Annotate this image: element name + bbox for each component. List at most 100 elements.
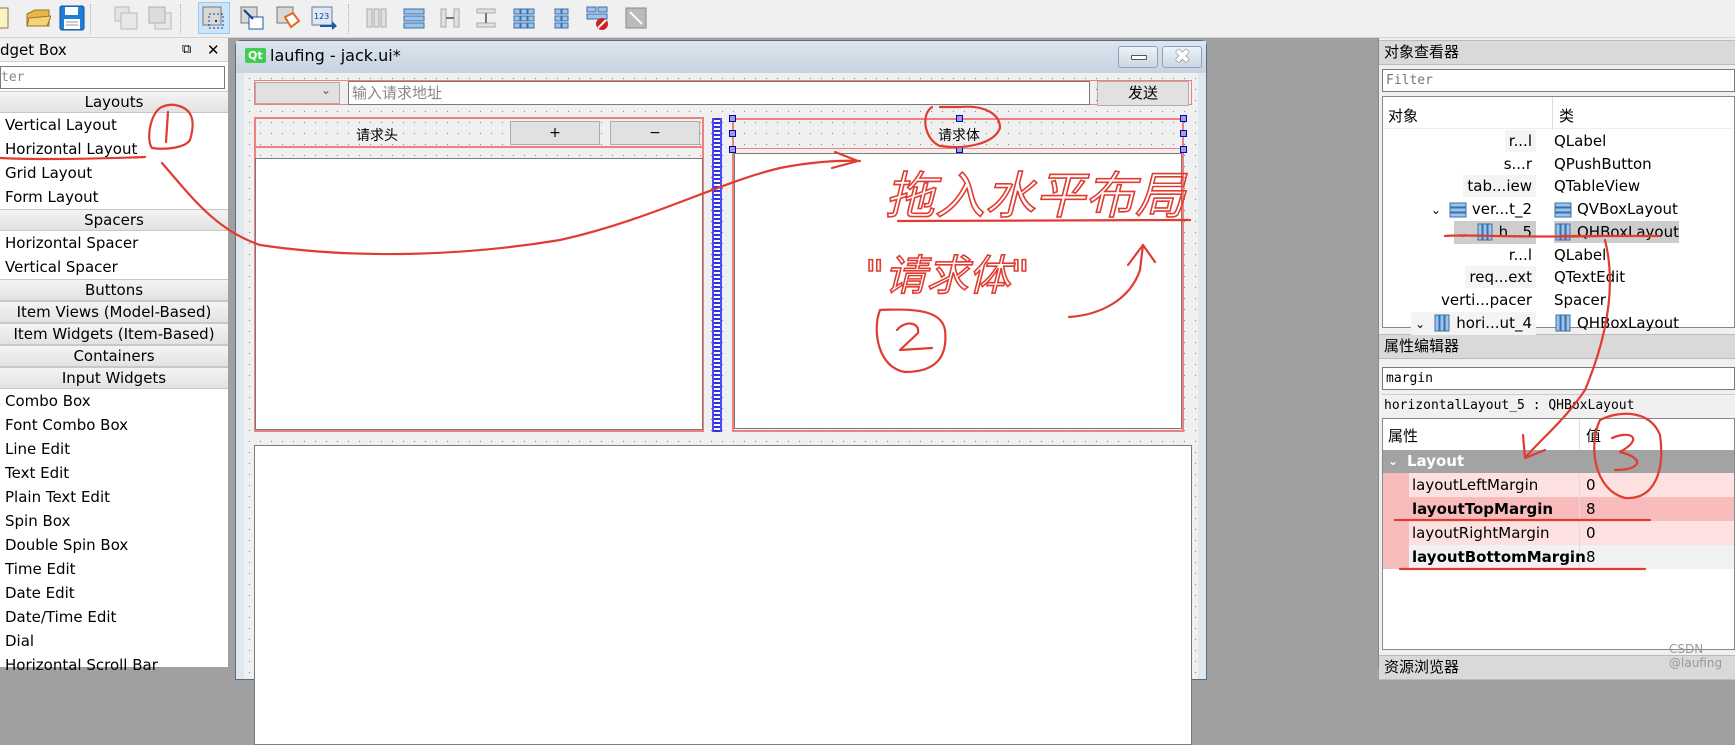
property-row-layouttopmargin[interactable]: layoutTopMargin 8 <box>1383 497 1734 521</box>
widget-item-combo-box[interactable]: Combo Box <box>0 389 228 413</box>
object-name: tab...iew <box>1467 177 1532 196</box>
object-tree-row[interactable]: ⌄ hori...ut_4 QHBoxLayout <box>1383 311 1734 335</box>
open-file-button[interactable] <box>24 4 52 32</box>
widget-item-font-combo-box[interactable]: Font Combo Box <box>0 413 228 437</box>
edit-widgets-button[interactable] <box>198 2 230 34</box>
widget-item-plain-text-edit[interactable]: Plain Text Edit <box>0 485 228 509</box>
widget-category-item-views-model-based-[interactable]: Item Views (Model-Based) <box>0 301 228 323</box>
object-tree-row[interactable]: r...l QLabel <box>1383 244 1734 266</box>
widget-filter-input[interactable]: ter <box>0 66 225 89</box>
vertical-spacer[interactable] <box>712 118 722 432</box>
bring-to-front-button[interactable] <box>146 4 174 32</box>
svg-text:123: 123 <box>314 12 329 21</box>
widget-item-spin-box[interactable]: Spin Box <box>0 509 228 533</box>
widget-item-horizontal-scroll-bar[interactable]: Horizontal Scroll Bar <box>0 653 228 677</box>
adjust-size-button[interactable] <box>622 4 650 32</box>
method-combo-box[interactable]: ⌄ <box>255 82 340 104</box>
property-row-layoutrightmargin[interactable]: layoutRightMargin 0 <box>1383 521 1734 545</box>
break-layout-button[interactable] <box>584 4 612 32</box>
selection-handle[interactable] <box>729 130 736 137</box>
property-group-layout[interactable]: ⌄ Layout <box>1383 450 1734 473</box>
edit-buddies-button[interactable] <box>274 4 302 32</box>
widget-category-spacers[interactable]: Spacers <box>0 209 228 231</box>
selection-handle[interactable] <box>1180 130 1187 137</box>
object-tree-row[interactable]: ⌄ h...5 QHBoxLayout <box>1383 220 1734 244</box>
widget-item-form-layout[interactable]: Form Layout <box>0 185 228 209</box>
url-input[interactable]: 输入请求地址 <box>348 81 1090 105</box>
close-panel-icon[interactable]: ✕ <box>207 38 220 62</box>
column-header-property[interactable]: 属性 <box>1388 425 1418 446</box>
widget-item-double-spin-box[interactable]: Double Spin Box <box>0 533 228 557</box>
column-header-object[interactable]: 对象 <box>1388 105 1418 126</box>
widget-item-vertical-spacer[interactable]: Vertical Spacer <box>0 255 228 279</box>
form-title-bar[interactable]: Qt laufing - jack.ui* ✖ <box>236 41 1206 73</box>
edit-tab-order-button[interactable]: 123 <box>310 4 338 32</box>
object-name: h...5 <box>1498 222 1532 241</box>
lay-out-vertical-splitter-button[interactable] <box>472 4 500 32</box>
float-panel-icon[interactable]: ⧉ <box>182 38 191 62</box>
column-header-value[interactable]: 值 <box>1586 425 1601 446</box>
property-filter-input[interactable]: margin <box>1382 367 1735 390</box>
remove-header-button[interactable]: − <box>610 121 700 145</box>
selection-handle[interactable] <box>1180 146 1187 153</box>
headers-table-view[interactable] <box>255 158 703 430</box>
property-name: layoutTopMargin <box>1409 497 1580 521</box>
widget-item-vertical-layout[interactable]: Vertical Layout <box>0 113 228 137</box>
object-tree-row[interactable]: s...r QPushButton <box>1383 153 1734 175</box>
object-filter-input[interactable]: Filter <box>1382 69 1735 92</box>
object-tree-row[interactable]: tab...iew QTableView <box>1383 175 1734 198</box>
widget-item-horizontal-layout[interactable]: Horizontal Layout <box>0 137 228 161</box>
widget-item-time-edit[interactable]: Time Edit <box>0 557 228 581</box>
column-header-class[interactable]: 类 <box>1559 105 1574 126</box>
add-header-button[interactable]: + <box>510 121 600 145</box>
chevron-down-icon[interactable]: ⌄ <box>1431 203 1441 217</box>
object-tree-row[interactable]: r...l QLabel <box>1383 130 1734 152</box>
widget-category-containers[interactable]: Containers <box>0 345 228 367</box>
widget-item-line-edit[interactable]: Line Edit <box>0 437 228 461</box>
lay-out-vertically-button[interactable] <box>400 4 428 32</box>
send-button[interactable]: 发送 <box>1097 81 1189 106</box>
property-value[interactable]: 8 <box>1581 545 1734 569</box>
widget-item-date-time-edit[interactable]: Date/Time Edit <box>0 605 228 629</box>
selection-handle[interactable] <box>956 146 963 153</box>
chevron-down-icon[interactable]: ⌄ <box>1415 317 1425 331</box>
object-tree-row[interactable]: ⌄ ver...t_2 QVBoxLayout <box>1383 198 1734 220</box>
edit-signals-slots-button[interactable] <box>238 4 266 32</box>
widget-item-dial[interactable]: Dial <box>0 629 228 653</box>
widget-category-buttons[interactable]: Buttons <box>0 279 228 301</box>
widget-category-item-widgets-item-based-[interactable]: Item Widgets (Item-Based) <box>0 323 228 345</box>
request-body-text-edit[interactable] <box>734 153 1182 429</box>
property-value[interactable]: 8 <box>1581 497 1734 521</box>
widget-item-grid-layout[interactable]: Grid Layout <box>0 161 228 185</box>
property-value[interactable]: 0 <box>1581 521 1734 545</box>
property-name: layoutRightMargin <box>1409 521 1580 545</box>
widget-item-horizontal-spacer[interactable]: Horizontal Spacer <box>0 231 228 255</box>
widget-category-layouts[interactable]: Layouts <box>0 91 228 113</box>
property-row-layoutleftmargin[interactable]: layoutLeftMargin 0 <box>1383 473 1734 497</box>
object-tree-row[interactable]: req...ext QTextEdit <box>1383 266 1734 289</box>
minimize-button[interactable] <box>1118 46 1158 68</box>
object-tree-row[interactable]: verti...pacer Spacer <box>1383 289 1734 311</box>
widget-box-title-bar: dget Box ⧉ ✕ <box>0 38 228 62</box>
selection-handle[interactable] <box>729 115 736 122</box>
new-file-button[interactable] <box>0 4 18 32</box>
lay-out-horizontally-button[interactable] <box>362 4 390 32</box>
qt-logo-icon: Qt <box>245 48 266 63</box>
widget-category-input-widgets[interactable]: Input Widgets <box>0 367 228 389</box>
send-to-back-icon <box>114 6 138 30</box>
selection-handle[interactable] <box>956 115 963 122</box>
lay-out-form-button[interactable] <box>548 4 576 32</box>
widget-item-text-edit[interactable]: Text Edit <box>0 461 228 485</box>
save-button[interactable] <box>58 4 86 32</box>
lay-out-grid-button[interactable] <box>510 4 538 32</box>
property-value[interactable]: 0 <box>1581 473 1734 497</box>
widget-item-date-edit[interactable]: Date Edit <box>0 581 228 605</box>
send-to-back-button[interactable] <box>112 4 140 32</box>
chevron-down-icon[interactable]: ⌄ <box>1458 226 1468 240</box>
response-text-edit[interactable] <box>254 445 1192 745</box>
selection-handle[interactable] <box>729 146 736 153</box>
selection-handle[interactable] <box>1180 115 1187 122</box>
close-button[interactable]: ✖ <box>1162 44 1202 68</box>
property-row-layoutbottommargin[interactable]: layoutBottomMargin 8 <box>1383 545 1734 569</box>
lay-out-horizontal-splitter-button[interactable] <box>436 4 464 32</box>
